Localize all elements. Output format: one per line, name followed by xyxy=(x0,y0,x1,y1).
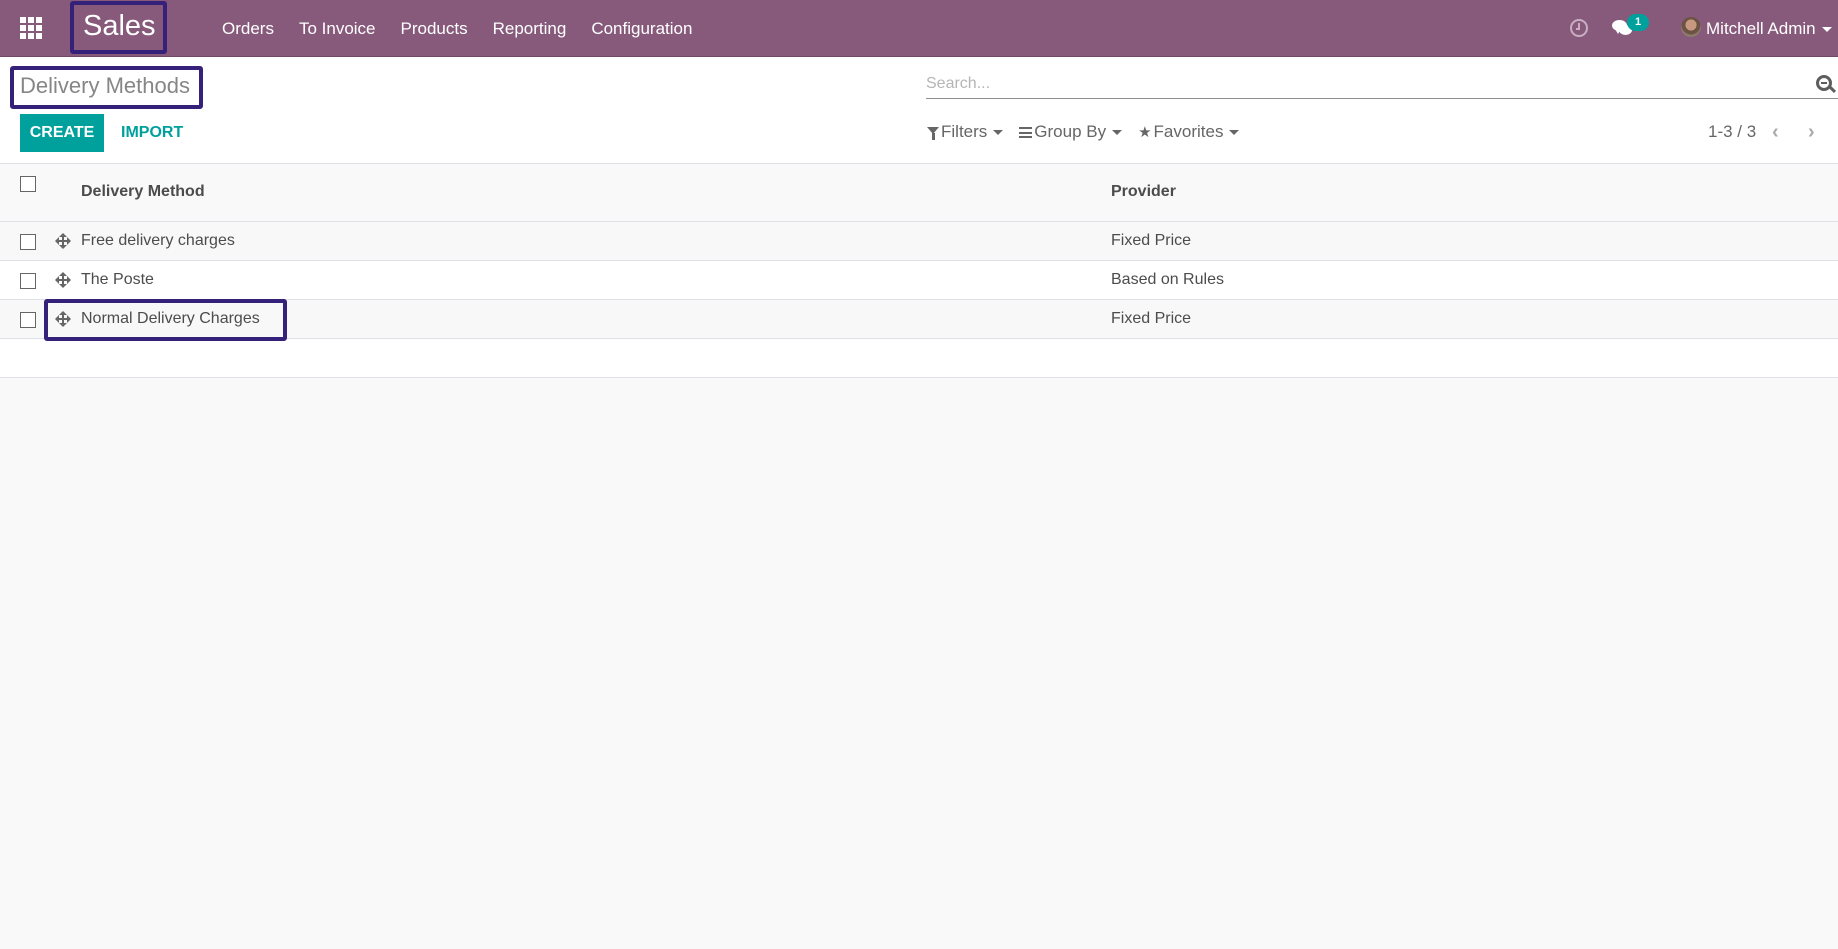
user-menu[interactable]: Mitchell Admin xyxy=(1706,19,1832,39)
filter-icon xyxy=(927,126,939,140)
filters-label: Filters xyxy=(941,122,988,141)
column-header-provider[interactable]: Provider xyxy=(1111,183,1176,201)
search-input[interactable] xyxy=(926,71,1806,97)
search-bar xyxy=(926,71,1838,99)
message-count-badge: 1 xyxy=(1627,14,1649,31)
search-options: Filters Group By ★ Favorites xyxy=(927,122,1240,142)
search-icon[interactable] xyxy=(1816,75,1832,91)
cell-delivery-method: Normal Delivery Charges xyxy=(81,310,260,327)
caret-down-icon xyxy=(1229,129,1240,135)
table-header: Delivery Method Provider xyxy=(0,164,1838,222)
apps-grid-icon[interactable] xyxy=(20,17,43,39)
import-button[interactable]: IMPORT xyxy=(121,114,183,152)
caret-down-icon xyxy=(993,129,1004,135)
column-header-delivery-method[interactable]: Delivery Method xyxy=(81,183,205,201)
drag-handle-icon[interactable] xyxy=(55,272,71,288)
avatar[interactable] xyxy=(1681,17,1701,37)
table-row[interactable]: The Poste Based on Rules xyxy=(0,261,1838,300)
cell-delivery-method: The Poste xyxy=(81,271,154,288)
main-menu: Orders To Invoice Products Reporting Con… xyxy=(222,19,717,39)
select-all-checkbox[interactable] xyxy=(20,176,36,192)
caret-down-icon xyxy=(1112,129,1123,135)
pager-value[interactable]: 1-3 / 3 xyxy=(1708,122,1756,142)
filters-dropdown[interactable]: Filters xyxy=(927,122,1004,142)
bars-icon xyxy=(1019,126,1033,138)
menu-item-configuration[interactable]: Configuration xyxy=(591,19,692,39)
menu-item-reporting[interactable]: Reporting xyxy=(493,19,567,39)
group-by-dropdown[interactable]: Group By xyxy=(1019,122,1123,142)
cell-provider: Based on Rules xyxy=(1111,271,1224,288)
row-checkbox[interactable] xyxy=(20,273,36,289)
user-name: Mitchell Admin xyxy=(1706,19,1816,38)
row-checkbox[interactable] xyxy=(20,234,36,250)
menu-item-to-invoice[interactable]: To Invoice xyxy=(299,19,376,39)
drag-handle-icon[interactable] xyxy=(55,311,71,327)
cell-provider: Fixed Price xyxy=(1111,232,1192,249)
app-name[interactable]: Sales xyxy=(83,10,156,43)
menu-item-products[interactable]: Products xyxy=(401,19,468,39)
favorites-dropdown[interactable]: ★ Favorites xyxy=(1138,122,1240,142)
control-panel: Delivery Methods CREATE IMPORT Filters G… xyxy=(0,57,1838,164)
table-row[interactable]: Normal Delivery Charges Fixed Price xyxy=(0,300,1838,339)
create-button[interactable]: CREATE xyxy=(20,114,104,152)
clock-icon[interactable] xyxy=(1570,19,1588,37)
chevron-right-icon[interactable]: › xyxy=(1808,121,1815,144)
table-row[interactable]: Free delivery charges Fixed Price xyxy=(0,222,1838,261)
empty-row xyxy=(0,339,1838,378)
top-navbar: Sales Orders To Invoice Products Reporti… xyxy=(0,0,1838,57)
cell-provider: Fixed Price xyxy=(1111,310,1192,327)
row-checkbox[interactable] xyxy=(20,312,36,328)
cell-delivery-method: Free delivery charges xyxy=(81,232,235,249)
chevron-left-icon[interactable]: ‹ xyxy=(1772,121,1779,144)
page-title[interactable]: Delivery Methods xyxy=(20,73,190,99)
group-by-label: Group By xyxy=(1034,122,1107,141)
favorites-label: Favorites xyxy=(1153,122,1224,141)
star-icon: ★ xyxy=(1138,124,1152,141)
caret-down-icon xyxy=(1821,27,1832,33)
drag-handle-icon[interactable] xyxy=(55,233,71,249)
menu-item-orders[interactable]: Orders xyxy=(222,19,274,39)
